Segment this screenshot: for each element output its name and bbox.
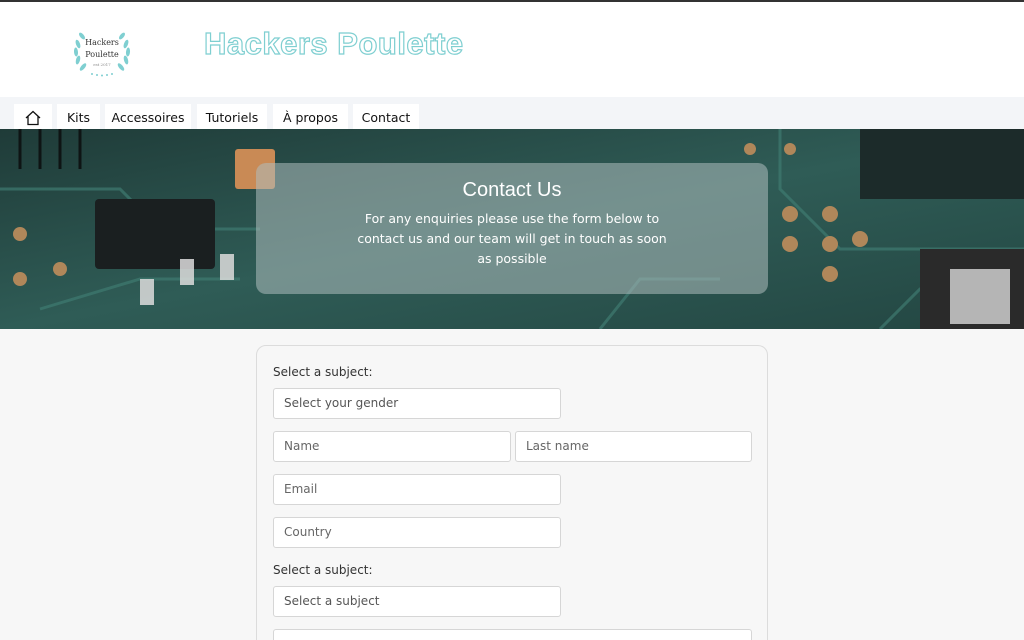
hero-title: Contact Us xyxy=(462,179,562,201)
home-icon xyxy=(25,110,41,126)
name-input[interactable]: Name xyxy=(273,431,511,462)
nav-tutoriels[interactable]: Tutoriels xyxy=(197,104,267,129)
site-logo[interactable]: Hackers Poulette est 2017 xyxy=(70,22,134,78)
site-header: Hackers Poulette est 2017 Hackers Poulet… xyxy=(0,2,1024,97)
subject-label: Select a subject: xyxy=(273,563,373,577)
logo-text-line3: est 2017 xyxy=(93,62,111,67)
email-input[interactable]: Email xyxy=(273,474,561,505)
nav-kits[interactable]: Kits xyxy=(57,104,100,129)
gender-label: Select a subject: xyxy=(273,365,373,379)
nav-home[interactable] xyxy=(14,104,52,129)
country-input[interactable]: Country xyxy=(273,517,561,548)
subject-select[interactable]: Select a subject xyxy=(273,586,561,617)
hero-card: Contact Us For any enquiries please use … xyxy=(256,163,768,294)
logo-text-line2: Poulette xyxy=(85,50,119,59)
last-name-input[interactable]: Last name xyxy=(515,431,752,462)
gender-select[interactable]: Select your gender xyxy=(273,388,561,419)
main-nav: Kits Accessoires Tutoriels À propos Cont… xyxy=(0,97,1024,129)
site-title[interactable]: Hackers Poulette xyxy=(203,25,463,62)
logo-text-line1: Hackers xyxy=(85,38,119,47)
hero-description: For any enquiries please use the form be… xyxy=(357,211,667,266)
contact-form: Select a subject: Select your gender Nam… xyxy=(256,345,768,640)
nav-a-propos[interactable]: À propos xyxy=(273,104,348,129)
hero-banner: Contact Us For any enquiries please use … xyxy=(0,129,1024,329)
nav-accessoires[interactable]: Accessoires xyxy=(105,104,191,129)
message-textarea[interactable] xyxy=(273,629,752,640)
nav-contact[interactable]: Contact xyxy=(353,104,419,129)
